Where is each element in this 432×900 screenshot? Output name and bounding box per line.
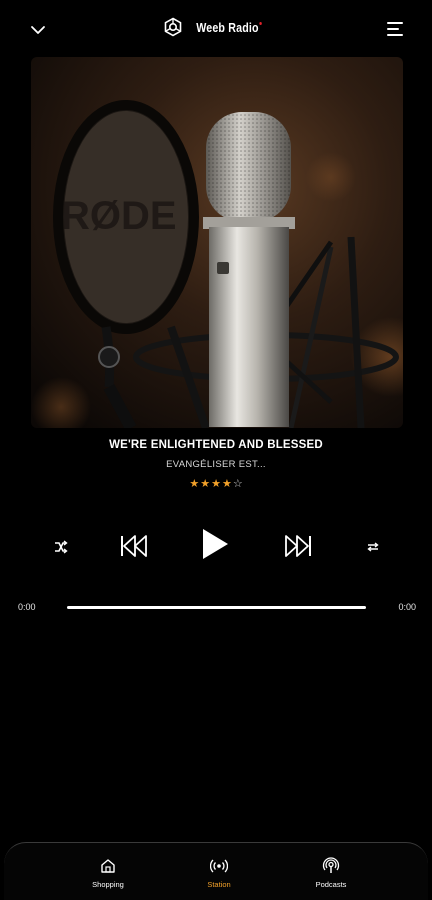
nav-label-station: Station — [207, 880, 231, 889]
menu-icon[interactable] — [386, 20, 404, 38]
duration-time: 0:00 — [398, 602, 416, 612]
brand-name: Weeb Radio — [196, 20, 262, 35]
shuffle-icon — [55, 540, 68, 554]
radio-icon — [210, 859, 228, 873]
nav-label-podcasts: Podcasts — [315, 880, 347, 889]
track-artist: EVANGÉLISER EST... — [166, 459, 266, 470]
current-time: 0:00 — [18, 602, 36, 612]
shuffle-button[interactable] — [50, 536, 72, 558]
star-filled-icon[interactable]: ★ — [200, 477, 210, 491]
album-artwork: RØDE — [31, 57, 403, 428]
star-rating[interactable]: ★ ★ ★ ★ ☆ — [0, 477, 432, 491]
star-filled-icon[interactable]: ★ — [189, 477, 199, 491]
repeat-button[interactable] — [362, 536, 384, 558]
podcast-icon — [322, 857, 340, 873]
logo-icon — [164, 17, 182, 37]
star-filled-icon[interactable]: ★ — [222, 477, 232, 491]
track-title: WE'RE ENLIGHTENED AND BLESSED — [109, 439, 323, 451]
nav-item-station[interactable]: Station — [179, 857, 259, 889]
previous-button[interactable] — [117, 530, 151, 562]
app-brand: Weeb Radio — [0, 17, 432, 37]
next-button[interactable] — [281, 530, 315, 562]
home-icon — [101, 859, 115, 873]
nav-item-shopping[interactable]: Shopping — [68, 857, 148, 889]
skip-next-icon — [285, 535, 311, 557]
nav-label-shopping: Shopping — [92, 880, 124, 889]
brand-dot — [259, 21, 262, 25]
star-empty-icon[interactable]: ☆ — [233, 477, 243, 491]
play-icon — [203, 529, 228, 559]
skip-previous-icon — [121, 535, 147, 557]
star-filled-icon[interactable]: ★ — [211, 477, 221, 491]
bottom-navigation: Shopping Station Podcasts — [4, 842, 428, 900]
nav-item-podcasts[interactable]: Podcasts — [291, 857, 371, 889]
play-button[interactable] — [196, 524, 234, 564]
top-bar: Weeb Radio — [0, 0, 432, 58]
repeat-icon — [367, 542, 379, 552]
microphone-artwork-image: RØDE — [31, 57, 403, 428]
svg-text:RØDE: RØDE — [61, 194, 177, 238]
progress-bar[interactable] — [67, 606, 366, 609]
